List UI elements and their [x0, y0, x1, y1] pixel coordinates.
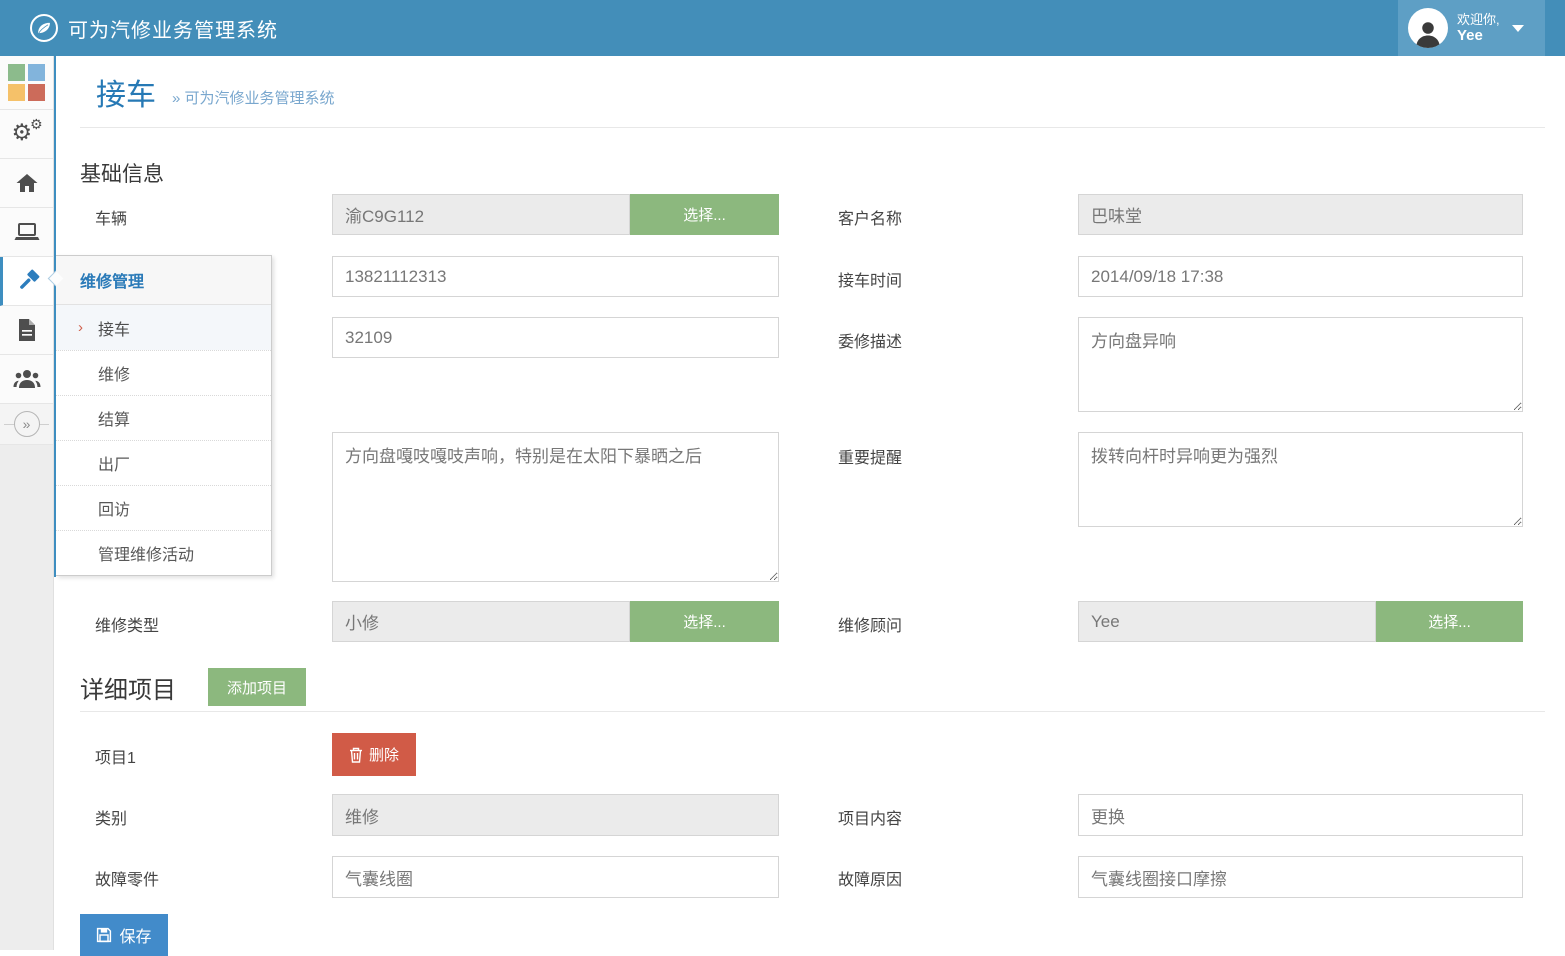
menu-item-label: 出厂	[98, 451, 130, 475]
repair-type-label: 维修类型	[95, 612, 159, 636]
section-title-detail-items: 详细项目	[80, 670, 176, 705]
item-title: 项目1	[95, 744, 136, 768]
sidebar: ⚙⚙ »	[0, 56, 54, 950]
divider	[80, 711, 1545, 712]
menu-item-release[interactable]: › 出厂	[56, 440, 271, 485]
repair-desc-textarea[interactable]: 方向盘异响	[1078, 317, 1523, 412]
menu-item-manage-activities[interactable]: › 管理维修活动	[56, 530, 271, 575]
mileage-input[interactable]	[332, 317, 779, 358]
breadcrumb: 接车 » 可为汽修业务管理系统	[96, 70, 335, 114]
app-brand: 可为汽修业务管理系统	[30, 14, 278, 43]
app-title: 可为汽修业务管理系统	[68, 14, 278, 43]
sidebar-collapse-toggle[interactable]: »	[0, 404, 53, 445]
menu-item-label: 回访	[98, 496, 130, 520]
repair-desc-label: 委修描述	[838, 328, 902, 352]
add-item-button[interactable]: 添加项目	[208, 668, 306, 706]
save-icon	[96, 927, 112, 943]
breadcrumb-trail[interactable]: » 可为汽修业务管理系统	[172, 87, 335, 108]
menu-item-label: 结算	[98, 406, 130, 430]
leaf-logo-icon	[30, 14, 58, 42]
save-button-label: 保存	[119, 923, 151, 947]
fault-part-label: 故障零件	[95, 866, 159, 890]
receive-time-input[interactable]	[1078, 256, 1523, 297]
advisor-input[interactable]	[1078, 601, 1376, 642]
avatar	[1408, 8, 1448, 48]
menu-item-settlement[interactable]: › 结算	[56, 395, 271, 440]
fault-detail-textarea[interactable]: 方向盘嘎吱嘎吱声响，特别是在太阳下暴晒之后	[332, 432, 779, 582]
chevron-down-icon	[1512, 25, 1524, 32]
content-input[interactable]	[1078, 794, 1523, 836]
important-note-label: 重要提醒	[838, 444, 902, 468]
sidebar-item-workstation[interactable]	[0, 208, 53, 257]
sidebar-lower-panel	[0, 445, 53, 950]
username: Yee	[1457, 27, 1483, 44]
menu-item-receive-car[interactable]: › 接车	[56, 305, 271, 350]
fault-part-input[interactable]	[332, 856, 779, 898]
repair-type-select-button[interactable]: 选择...	[630, 601, 779, 642]
sidebar-logo	[0, 56, 53, 110]
delete-button-label: 删除	[369, 744, 399, 765]
welcome-text: 欢迎你, Yee	[1457, 12, 1500, 44]
vehicle-input[interactable]	[332, 194, 630, 235]
gears-icon: ⚙⚙	[12, 119, 42, 149]
vehicle-select-button[interactable]: 选择...	[630, 194, 779, 235]
delete-item-button[interactable]: 删除	[332, 733, 416, 776]
gavel-icon	[15, 268, 41, 294]
page-title: 接车	[96, 70, 156, 114]
double-chevron-right-icon: »	[14, 411, 40, 437]
laptop-icon	[14, 220, 40, 244]
vehicle-label: 车辆	[95, 205, 127, 229]
repair-type-input[interactable]	[332, 601, 630, 642]
fault-reason-label: 故障原因	[838, 866, 902, 890]
sidebar-item-customers[interactable]	[0, 355, 53, 404]
logo-square-green	[8, 64, 25, 81]
logo-square-blue	[28, 64, 45, 81]
repair-management-flyout: 维修管理 › 接车 › 维修 › 结算 › 出厂 › 回访 › 管理维修活动	[56, 255, 272, 576]
sidebar-item-home[interactable]	[0, 159, 53, 208]
receive-time-label: 接车时间	[838, 267, 902, 291]
users-icon	[13, 367, 41, 391]
menu-item-label: 维修	[98, 361, 130, 385]
user-menu[interactable]: 欢迎你, Yee	[1398, 0, 1545, 56]
customer-input[interactable]	[1078, 194, 1523, 235]
divider	[80, 127, 1545, 128]
logo-square-orange	[8, 84, 25, 101]
section-title-basic-info: 基础信息	[80, 158, 164, 188]
document-icon	[16, 318, 38, 342]
phone-input[interactable]	[332, 256, 779, 297]
sidebar-item-documents[interactable]	[0, 306, 53, 355]
active-menu-connector	[54, 56, 56, 577]
home-icon	[15, 171, 39, 195]
category-input[interactable]	[332, 794, 779, 836]
advisor-select-button[interactable]: 选择...	[1376, 601, 1523, 642]
menu-item-repair[interactable]: › 维修	[56, 350, 271, 395]
sidebar-item-repair-management[interactable]	[0, 257, 53, 306]
trash-icon	[349, 747, 363, 763]
advisor-label: 维修顾问	[838, 612, 902, 636]
menu-item-label: 管理维修活动	[98, 541, 194, 565]
welcome-line: 欢迎你,	[1457, 12, 1500, 28]
top-navbar: 可为汽修业务管理系统 欢迎你, Yee	[0, 0, 1565, 56]
fault-reason-input[interactable]	[1078, 856, 1523, 898]
logo-square-red	[28, 84, 45, 101]
menu-item-label: 接车	[98, 316, 130, 340]
menu-item-followup[interactable]: › 回访	[56, 485, 271, 530]
content-label: 项目内容	[838, 805, 902, 829]
sidebar-item-settings[interactable]: ⚙⚙	[0, 110, 53, 159]
category-label: 类别	[95, 805, 127, 829]
flyout-title: 维修管理	[56, 256, 271, 305]
important-note-textarea[interactable]: 拨转向杆时异响更为强烈	[1078, 432, 1523, 527]
active-chevron-icon: ›	[78, 319, 83, 336]
customer-label: 客户名称	[838, 205, 902, 229]
